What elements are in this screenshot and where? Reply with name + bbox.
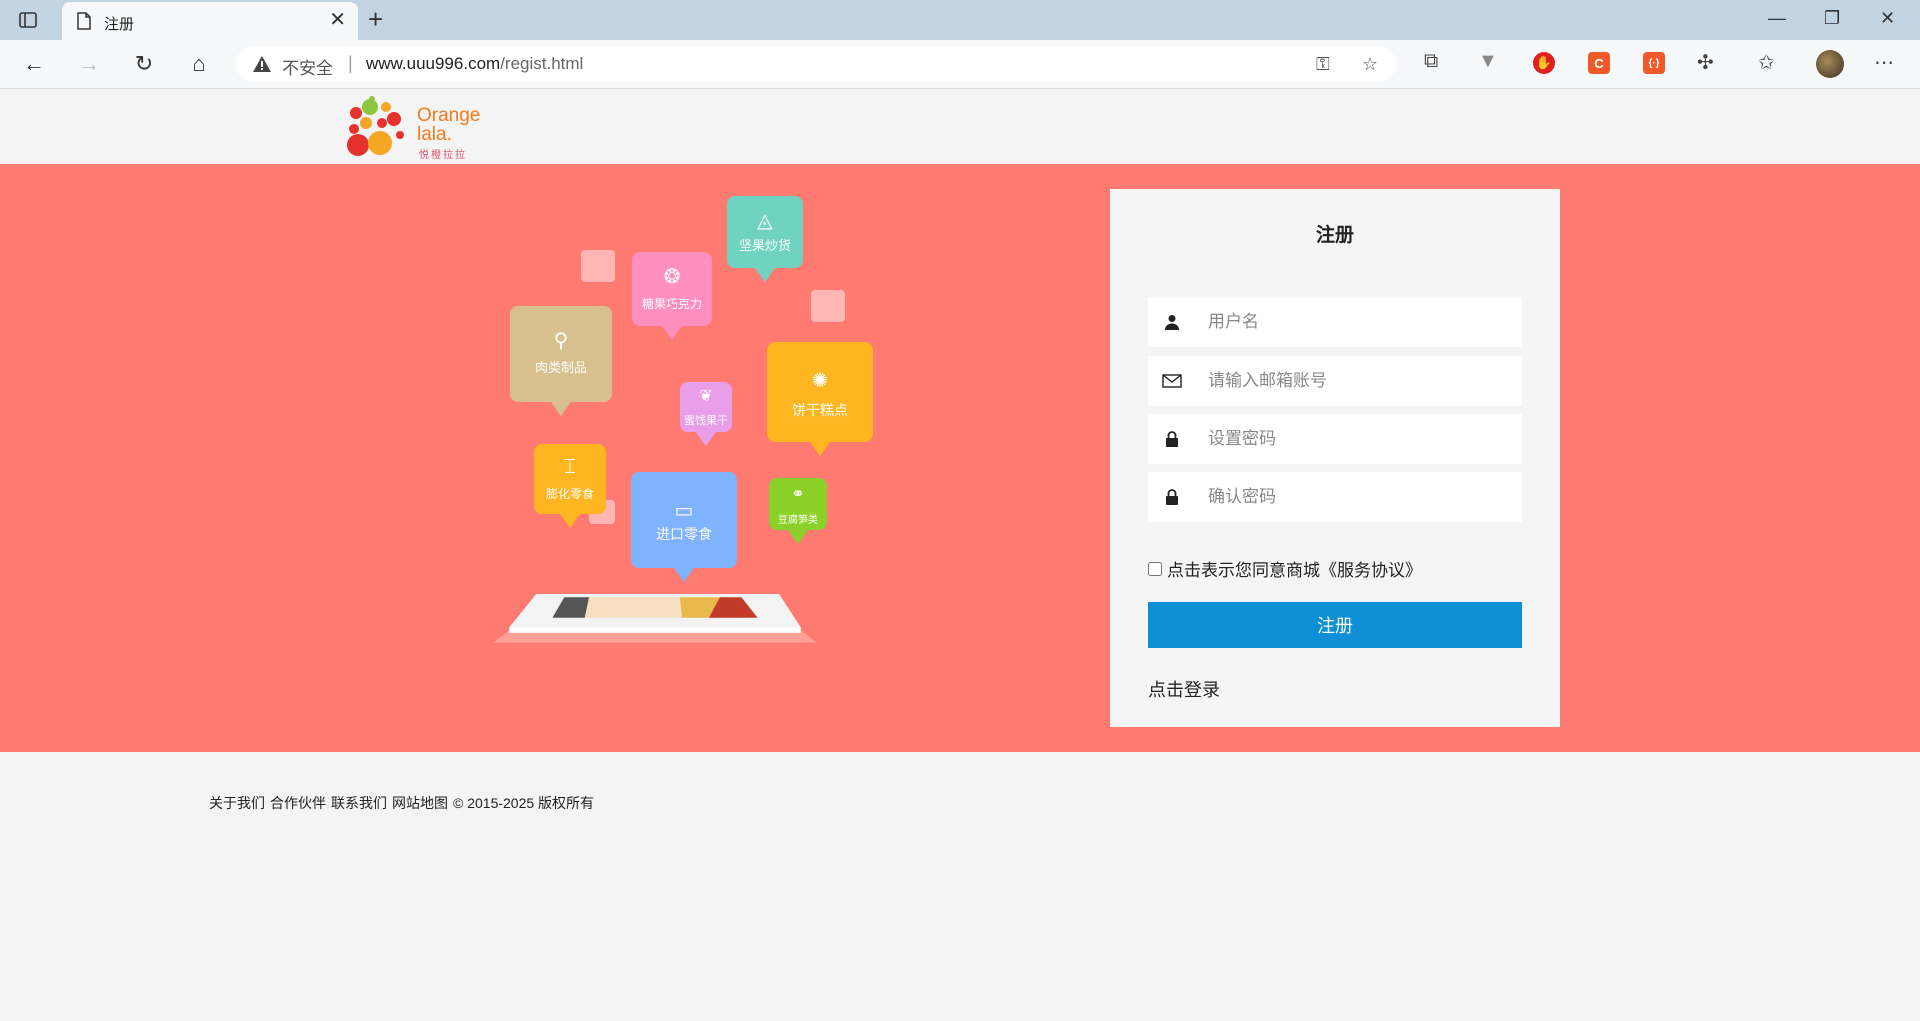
category-bubble-meat: ⚲ 肉类制品 bbox=[510, 306, 612, 416]
username-field bbox=[1148, 297, 1522, 347]
site-logo[interactable]: Orange lala. 悦橙拉拉 bbox=[342, 95, 482, 161]
footer-link-partners[interactable]: 合作伙伴 bbox=[270, 795, 326, 811]
new-tab-icon[interactable]: + bbox=[368, 6, 383, 32]
agreement-checkbox[interactable] bbox=[1148, 561, 1162, 576]
extension-block-icon[interactable]: ✋ bbox=[1533, 52, 1555, 74]
fruit-icon: ❦ bbox=[699, 388, 713, 405]
agreement-row: 点击表示您同意商城《服务协议》 bbox=[1148, 556, 1422, 581]
url-separator: | bbox=[348, 53, 353, 73]
logo-text-chinese: 悦橙拉拉 bbox=[419, 150, 467, 161]
biscuit-icon: ✺ bbox=[811, 370, 829, 392]
tablet-image bbox=[493, 594, 817, 643]
tab-title: 注册 bbox=[104, 16, 135, 33]
restore-icon[interactable]: ❐ bbox=[1824, 8, 1840, 29]
footer-link-contact[interactable]: 联系我们 bbox=[331, 795, 387, 811]
lock-icon bbox=[1162, 429, 1182, 449]
register-button[interactable]: 注册 bbox=[1148, 602, 1522, 648]
url-bar[interactable]: 不安全 | www.uuu996.com/regist.html ⚿ ☆ bbox=[236, 46, 1396, 82]
logo-text-lala: lala. bbox=[417, 124, 452, 145]
favorite-add-icon[interactable]: ☆ bbox=[1362, 54, 1378, 75]
category-bubble-dried-fruit: ❦ 蜜饯果干 bbox=[680, 382, 732, 446]
box-icon: ▭ bbox=[674, 500, 694, 522]
category-label: 饼干糕点 bbox=[792, 402, 848, 418]
forward-icon[interactable]: → bbox=[77, 51, 101, 76]
security-label: 不安全 bbox=[282, 59, 333, 78]
url-domain: www.uuu996.com bbox=[366, 54, 501, 73]
site-header: Orange lala. 悦橙拉拉 bbox=[0, 89, 1920, 164]
username-input[interactable] bbox=[1208, 297, 1508, 347]
extension-json-icon[interactable]: {·} bbox=[1643, 52, 1665, 74]
password-input[interactable] bbox=[1208, 414, 1508, 464]
decor-chip bbox=[811, 290, 845, 322]
footer-link-about[interactable]: 关于我们 bbox=[209, 795, 265, 811]
browser-tab-bar: 注册 ✕ + — ❐ ✕ bbox=[0, 0, 1920, 40]
category-bubble-candy: ❂ 糖果巧克力 bbox=[632, 252, 712, 340]
category-label: 进口零食 bbox=[656, 526, 712, 542]
login-link[interactable]: 点击登录 bbox=[1148, 676, 1220, 702]
back-icon[interactable]: ← bbox=[22, 51, 46, 76]
extension-c-icon[interactable]: C bbox=[1588, 52, 1610, 74]
key-icon[interactable]: ⚿ bbox=[1316, 54, 1330, 75]
footer-link-sitemap[interactable]: 网站地图 bbox=[392, 795, 448, 811]
drumstick-icon: ⚲ bbox=[553, 330, 569, 352]
site-footer: 关于我们 合作伙伴 联系我们 网站地图 © 2015-2025 版权所有 bbox=[209, 793, 599, 813]
category-bubble-nuts: ◬ 坚果炒货 bbox=[727, 196, 803, 282]
category-bubble-biscuit: ✺ 饼干糕点 bbox=[767, 342, 873, 456]
extension-v-icon[interactable]: ▼ bbox=[1478, 50, 1498, 73]
candy-icon: ❂ bbox=[663, 266, 681, 288]
category-label: 豆腐笋类 bbox=[778, 515, 818, 526]
browser-tab[interactable]: 注册 ✕ bbox=[62, 2, 358, 40]
more-menu-icon[interactable]: ⋯ bbox=[1874, 50, 1894, 75]
tofu-icon: ⚭ bbox=[791, 486, 805, 503]
lock-icon bbox=[1162, 487, 1182, 507]
minimize-icon[interactable]: — bbox=[1768, 8, 1786, 29]
page-icon bbox=[76, 12, 92, 35]
profile-avatar[interactable] bbox=[1816, 50, 1844, 78]
category-label: 糖果巧克力 bbox=[641, 297, 702, 311]
confirm-password-field bbox=[1148, 472, 1522, 522]
category-label: 坚果炒货 bbox=[738, 238, 791, 253]
url-path: /regist.html bbox=[500, 54, 584, 73]
sidebar-toggle-icon[interactable] bbox=[18, 10, 38, 30]
warning-icon bbox=[252, 55, 272, 78]
email-field bbox=[1148, 356, 1522, 406]
snack-bag-icon: ⌶ bbox=[564, 456, 576, 478]
favorites-icon[interactable]: ✩ bbox=[1758, 50, 1775, 75]
reload-icon[interactable]: ↻ bbox=[132, 51, 156, 76]
decor-chip bbox=[581, 250, 615, 282]
category-bubble-puffed: ⌶ 膨化零食 bbox=[534, 444, 606, 528]
user-icon bbox=[1162, 312, 1182, 332]
category-label: 肉类制品 bbox=[534, 360, 587, 375]
home-icon[interactable]: ⌂ bbox=[187, 51, 211, 76]
email-input[interactable] bbox=[1208, 356, 1508, 406]
collections-icon[interactable]: ⧉ bbox=[1424, 50, 1438, 73]
agreement-text[interactable]: 点击表示您同意商城《服务协议》 bbox=[1167, 556, 1422, 581]
logo-dots-icon bbox=[347, 96, 404, 156]
register-banner: ◬ 坚果炒货 ❂ 糖果巧克力 ⚲ 肉类制品 ✺ 饼干糕点 ❦ 蜜饯果干 ⌶ 膨化… bbox=[0, 164, 1920, 752]
category-bubble-tofu: ⚭ 豆腐笋类 bbox=[769, 478, 827, 544]
close-tab-icon[interactable]: ✕ bbox=[329, 10, 346, 30]
register-form-panel: 注册 点击表示您同意商城《服务协议》 bbox=[1110, 189, 1560, 727]
window-close-icon[interactable]: ✕ bbox=[1880, 8, 1895, 29]
confirm-password-input[interactable] bbox=[1208, 472, 1508, 522]
category-label: 膨化零食 bbox=[545, 487, 594, 501]
footer-copyright: © 2015-2025 版权所有 bbox=[453, 795, 595, 811]
extensions-puzzle-icon[interactable]: ✣ bbox=[1697, 50, 1714, 75]
address-toolbar: ← → ↻ ⌂ 不安全 | www.uuu996.com/regist.html… bbox=[0, 40, 1920, 89]
nut-icon: ◬ bbox=[757, 210, 773, 232]
envelope-icon bbox=[1162, 371, 1182, 391]
password-field bbox=[1148, 414, 1522, 464]
form-title: 注册 bbox=[1315, 225, 1354, 246]
category-label: 蜜饯果干 bbox=[684, 415, 728, 427]
url-text: www.uuu996.com/regist.html bbox=[366, 54, 583, 74]
category-illustration: ◬ 坚果炒货 ❂ 糖果巧克力 ⚲ 肉类制品 ✺ 饼干糕点 ❦ 蜜饯果干 ⌶ 膨化… bbox=[380, 184, 1000, 684]
category-bubble-imported: ▭ 进口零食 bbox=[631, 472, 737, 582]
